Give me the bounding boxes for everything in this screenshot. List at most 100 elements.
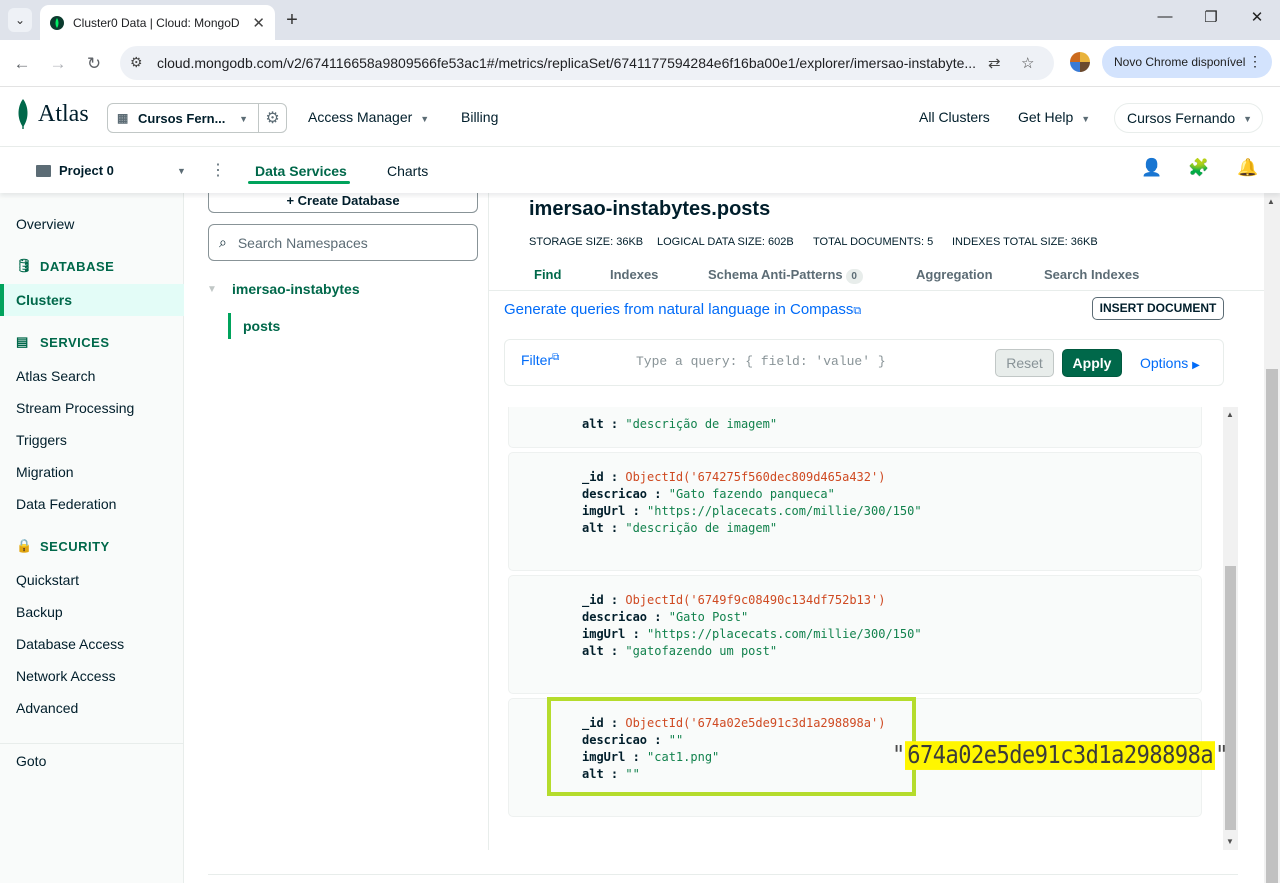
field-value: "descrição de imagem" — [625, 417, 778, 431]
services-icon: ▤ — [16, 334, 29, 349]
expand-caret-icon[interactable]: ▼ — [207, 284, 217, 295]
database-item[interactable]: imersao-instabytes — [232, 281, 360, 297]
sidebar-section-services: ▤ SERVICES — [16, 334, 110, 350]
field-value: "gatofazendo um post" — [625, 644, 778, 658]
options-toggle[interactable]: Options ▶ — [1140, 355, 1200, 371]
invite-user-icon[interactable]: 👤 — [1141, 158, 1162, 178]
sidebar-item-goto[interactable]: Goto — [16, 753, 46, 769]
query-input[interactable]: Type a query: { field: 'value' } — [636, 354, 886, 369]
new-tab-icon[interactable]: + — [281, 7, 303, 33]
browser-tab-bar: ⌄ Cluster0 Data | Cloud: MongoD ✕ + — ❐ … — [0, 0, 1280, 40]
sidebar-item-stream-processing[interactable]: Stream Processing — [16, 400, 134, 416]
project-menu-kebab-icon[interactable]: ⋮ — [210, 160, 226, 180]
sidebar-item-migration[interactable]: Migration — [16, 464, 74, 480]
project-bar: Project 0 ▼ ⋮ Data Services Charts — [0, 147, 1280, 193]
filter-link[interactable]: Filter⧉ — [521, 352, 559, 368]
field-key: alt : — [582, 521, 619, 535]
tab-charts[interactable]: Charts — [387, 163, 428, 179]
sidebar-item-advanced[interactable]: Advanced — [16, 700, 78, 716]
document-card[interactable]: _id : ObjectId('6749f9c08490c134df752b13… — [509, 576, 1201, 693]
chrome-update-button[interactable]: Novo Chrome disponível ⋮ — [1102, 46, 1272, 78]
sidebar-item-overview[interactable]: Overview — [16, 216, 74, 232]
reload-icon[interactable]: ↻ — [82, 52, 106, 76]
field-key: imgUrl : — [582, 627, 640, 641]
doc-field-id: _id : ObjectId('674275f560dec809d465a432… — [582, 470, 885, 484]
page-scroll-thumb[interactable] — [1266, 369, 1278, 883]
tab-schema-anti-patterns[interactable]: Schema Anti-Patterns 0 — [708, 267, 863, 284]
doc-field-alt: alt : "gatofazendo um post" — [582, 644, 777, 658]
close-window-icon[interactable]: ✕ — [1245, 8, 1269, 26]
sidebar-item-data-federation[interactable]: Data Federation — [16, 496, 116, 512]
scroll-down-arrow-icon[interactable]: ▼ — [1226, 837, 1234, 846]
access-manager-label: Access Manager — [308, 109, 413, 125]
atlas-logo[interactable]: Atlas — [16, 99, 89, 129]
field-value: "https://placecats.com/millie/300/150" — [647, 627, 922, 641]
billing-link[interactable]: Billing — [461, 109, 498, 125]
translate-icon[interactable]: ⇄ — [988, 54, 1001, 72]
org-settings-gear-icon[interactable]: ⚙ — [258, 103, 287, 133]
sidebar-item-network-access[interactable]: Network Access — [16, 668, 116, 684]
forward-icon[interactable]: → — [46, 52, 70, 76]
document-card[interactable]: alt : "descrição de imagem" — [509, 407, 1201, 447]
chevron-down-icon[interactable]: ▼ — [177, 166, 186, 176]
profile-avatar[interactable] — [1070, 52, 1090, 72]
indexes-total-size: INDEXES TOTAL SIZE: 36KB — [952, 236, 1098, 248]
menu-dots-icon[interactable]: ⋮ — [1248, 53, 1262, 70]
insert-document-button[interactable]: INSERT DOCUMENT — [1092, 297, 1224, 320]
sidebar-item-quickstart[interactable]: Quickstart — [16, 572, 79, 588]
filter-label: Filter — [521, 352, 553, 368]
sidebar-item-database-access[interactable]: Database Access — [16, 636, 124, 652]
apply-button[interactable]: Apply — [1062, 349, 1122, 377]
get-help-menu[interactable]: Get Help ▼ — [1018, 109, 1090, 125]
notifications-bell-icon[interactable]: 🔔 — [1237, 158, 1258, 178]
document-card[interactable]: _id : ObjectId('674275f560dec809d465a432… — [509, 453, 1201, 570]
tab-data-services[interactable]: Data Services — [255, 163, 347, 179]
caret-right-icon: ▶ — [1192, 360, 1200, 371]
url-text[interactable]: cloud.mongodb.com/v2/674116658a9809566fe… — [157, 55, 977, 71]
browser-tab[interactable]: Cluster0 Data | Cloud: MongoD ✕ — [40, 5, 275, 40]
site-info-icon[interactable]: ⚙ — [130, 54, 143, 71]
building-icon: ▦ — [117, 111, 129, 125]
chevron-down-icon: ▼ — [239, 114, 248, 124]
field-value: "Gato fazendo panqueca" — [668, 487, 835, 501]
scroll-up-arrow-icon[interactable]: ▲ — [1226, 410, 1234, 419]
minimize-icon[interactable]: — — [1153, 8, 1177, 25]
reset-button[interactable]: Reset — [995, 349, 1054, 377]
sidebar-section-security: 🔒 SECURITY — [16, 538, 110, 554]
sidebar-item-atlas-search[interactable]: Atlas Search — [16, 368, 95, 384]
sidebar-item-backup[interactable]: Backup — [16, 604, 63, 620]
zoomed-id-callout: " 674a02e5de91c3d1a298898a " — [892, 733, 1228, 777]
integrations-icon[interactable]: 🧩 — [1188, 158, 1209, 178]
tab-aggregation[interactable]: Aggregation — [916, 267, 993, 282]
storage-size: STORAGE SIZE: 36KB — [529, 236, 644, 248]
close-tab-icon[interactable]: ✕ — [252, 14, 265, 32]
atlas-leaf-icon — [18, 99, 28, 129]
collection-title: imersao-instabytes.posts — [529, 198, 771, 220]
sidebar-item-clusters[interactable]: Clusters — [16, 292, 72, 308]
options-label: Options — [1140, 355, 1189, 371]
schema-count-badge: 0 — [845, 269, 863, 284]
sidebar-item-triggers[interactable]: Triggers — [16, 432, 67, 448]
page-scroll-up-icon[interactable]: ▲ — [1267, 197, 1275, 206]
restore-icon[interactable]: ❐ — [1199, 8, 1223, 26]
address-bar[interactable]: ⚙ cloud.mongodb.com/v2/674116658a9809566… — [120, 46, 1054, 80]
tab-search-indexes[interactable]: Search Indexes — [1044, 267, 1139, 282]
field-key: alt : — [582, 644, 619, 658]
tab-indexes[interactable]: Indexes — [610, 267, 658, 282]
field-value: "descrição de imagem" — [625, 521, 778, 535]
search-namespaces-input[interactable]: ⌕ Search Namespaces — [208, 224, 478, 261]
documents-scroll-thumb[interactable] — [1225, 566, 1236, 830]
active-tab-underline — [248, 181, 350, 184]
generate-queries-link[interactable]: Generate queries from natural language i… — [504, 301, 861, 318]
project-selector[interactable]: Project 0 — [36, 163, 114, 178]
all-clusters-link[interactable]: All Clusters — [919, 109, 990, 125]
back-icon[interactable]: ← — [10, 52, 34, 76]
collection-item[interactable]: posts — [243, 318, 280, 334]
organization-selector[interactable]: ▦ Cursos Fern... ▼ — [107, 103, 259, 133]
bookmark-star-icon[interactable]: ☆ — [1021, 54, 1034, 72]
tab-find[interactable]: Find — [534, 267, 561, 282]
access-manager-menu[interactable]: Access Manager ▼ — [308, 109, 429, 125]
tab-title: Cluster0 Data | Cloud: MongoD — [73, 15, 240, 30]
tab-search-dropdown-icon[interactable]: ⌄ — [8, 8, 32, 32]
user-menu[interactable]: Cursos Fernando ▼ — [1114, 103, 1263, 133]
